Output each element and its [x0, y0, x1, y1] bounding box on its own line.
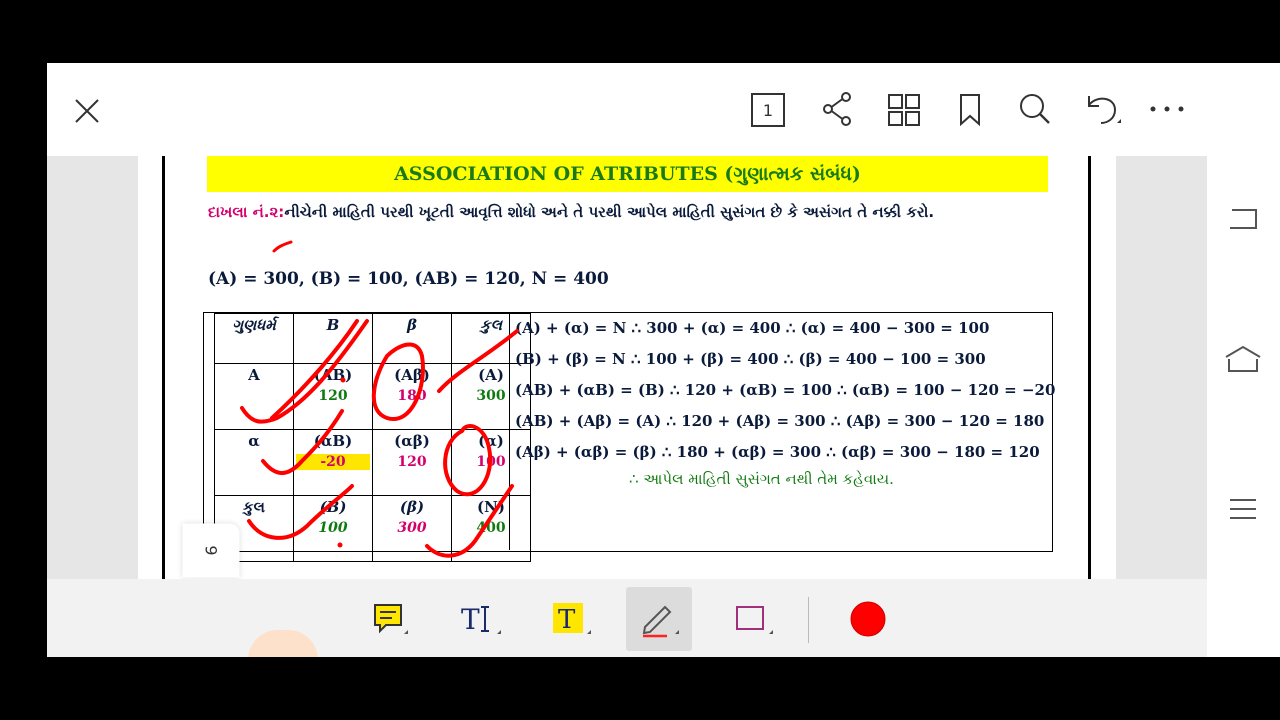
cell-symbol: (αβ): [394, 432, 430, 450]
color-picker-icon[interactable]: [844, 587, 892, 651]
text-tool-icon[interactable]: T: [457, 587, 505, 651]
share-icon[interactable]: [819, 91, 855, 127]
undo-icon[interactable]: [1084, 92, 1124, 128]
cell-symbol: (α): [478, 432, 504, 450]
header-cell: β: [372, 313, 452, 364]
table-row: કુલ (B) 100 (β) 300 (N) 400: [214, 495, 531, 562]
floating-action-button[interactable]: [248, 630, 318, 657]
page-indicator-label: 9: [201, 545, 221, 556]
cell-value: -20: [296, 454, 370, 470]
toolbar-divider: [808, 597, 809, 643]
page-number-icon[interactable]: 1: [751, 93, 785, 127]
svg-text:T: T: [558, 605, 576, 635]
pen-tool-icon[interactable]: [626, 587, 692, 651]
page-frame-right: [1088, 156, 1091, 579]
cell-symbol: (αB): [313, 432, 353, 450]
page-number-label: 1: [762, 100, 774, 120]
row-label: A: [214, 363, 294, 430]
menu-icon[interactable]: [1221, 491, 1265, 527]
annotation-toolbar: T T: [47, 579, 1207, 657]
home-icon[interactable]: [1221, 341, 1265, 377]
comment-tool-icon[interactable]: [366, 587, 414, 651]
cell-value: 300: [397, 520, 427, 536]
table-cell: (αB) -20: [293, 429, 373, 496]
cell-value: 120: [318, 388, 348, 404]
cell-value: 100: [318, 520, 348, 536]
header-cell: ગુણધર્મ: [214, 313, 294, 364]
top-toolbar: 1: [47, 63, 1207, 156]
problem-text: નીચેની માહિતી પરથી ખૂટતી આવૃત્તિ શોધો અન…: [284, 203, 935, 221]
problem-tag: દાખલા નં.૨:: [208, 203, 285, 221]
document-view[interactable]: ASSOCIATION OF ATRIBUTES (ગુણાત્મક સંબંધ…: [47, 156, 1207, 579]
equation-line: (Aβ) + (αβ) = (β) ∴ 180 + (αβ) = 300 ∴ (…: [515, 443, 1040, 461]
equation-line: (AB) + (Aβ) = (A) ∴ 120 + (Aβ) = 300 ∴ (…: [515, 412, 1045, 430]
more-icon[interactable]: [1147, 91, 1187, 127]
cell-value: 400: [476, 520, 506, 536]
column-divider: [509, 313, 510, 550]
cell-symbol: (A): [478, 366, 504, 384]
pdf-viewer-app: 1 ASSOCIATION OF ATRIBUTES (ગુણાત્મક સંબ…: [47, 63, 1207, 657]
highlight-text-tool-icon[interactable]: T: [547, 587, 595, 651]
grid-view-icon[interactable]: [886, 92, 922, 128]
close-icon[interactable]: [69, 93, 105, 129]
table-cell: (AB) 120: [293, 363, 373, 430]
table-row: α (αB) -20 (αβ) 120 (α) 100: [214, 429, 531, 496]
cell-value: 120: [397, 454, 427, 470]
row-label: α: [214, 429, 294, 496]
problem-statement: દાખલા નં.૨:નીચેની માહિતી પરથી ખૂટતી આવૃત…: [208, 196, 1048, 228]
header-cell: B: [293, 313, 373, 364]
bookmark-icon[interactable]: [953, 92, 987, 128]
back-icon[interactable]: [1221, 201, 1265, 237]
given-values: (A) = 300, (B) = 100, (AB) = 120, N = 40…: [208, 269, 609, 289]
table-cell: (Aβ) 180: [372, 363, 452, 430]
table-cell: (β) 300: [372, 495, 452, 562]
page-indicator[interactable]: 9: [182, 523, 240, 578]
svg-text:T: T: [461, 603, 480, 636]
table-cell: (αβ) 120: [372, 429, 452, 496]
equation-line: (A) + (α) = N ∴ 300 + (α) = 400 ∴ (α) = …: [515, 319, 990, 337]
cell-symbol: (AB): [313, 366, 353, 384]
cell-symbol: (β): [399, 498, 425, 516]
rectangle-tool-icon[interactable]: [729, 587, 777, 651]
conclusion-text: ∴ આપેલ માહિતી સુસંગત નથી તેમ કહેવાય.: [629, 470, 894, 488]
equation-line: (AB) + (αB) = (B) ∴ 120 + (αB) = 100 ∴ (…: [515, 381, 1056, 399]
association-table: ગુણધર્મ B β કુલ A (AB) 120 (Aβ) 180 (A) 300…: [214, 313, 531, 562]
search-icon[interactable]: [1017, 91, 1053, 127]
equation-line: (B) + (β) = N ∴ 100 + (β) = 400 ∴ (β) = …: [515, 350, 986, 368]
document-title: ASSOCIATION OF ATRIBUTES (ગુણાત્મક સંબંધ…: [207, 156, 1048, 192]
table-header-row: ગુણધર્મ B β કુલ: [214, 313, 531, 364]
page-frame-left: [162, 156, 165, 579]
cell-symbol: (B): [319, 498, 347, 516]
right-side-panel: [1207, 63, 1280, 657]
cell-value: 180: [397, 388, 427, 404]
table-cell: (B) 100: [293, 495, 373, 562]
table-cell: (N) 400: [451, 495, 531, 562]
equations-block: (A) + (α) = N ∴ 300 + (α) = 400 ∴ (α) = …: [515, 313, 1055, 468]
cell-symbol: (Aβ): [394, 366, 430, 384]
cell-symbol: (N): [477, 498, 505, 516]
table-row: A (AB) 120 (Aβ) 180 (A) 300: [214, 363, 531, 430]
